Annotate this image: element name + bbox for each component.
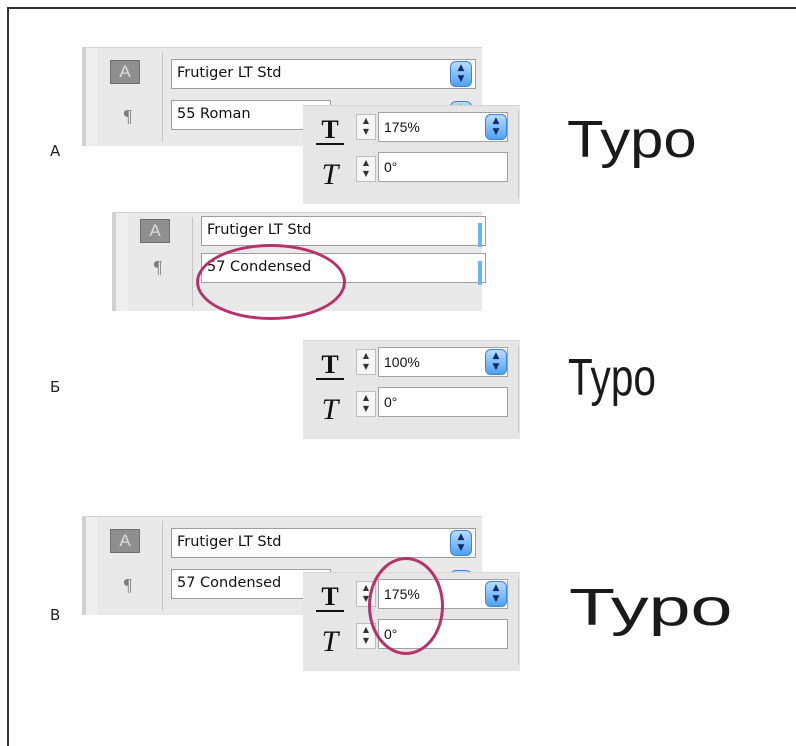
svg-text:T: T [322,393,341,425]
scale-panel-a: T ▲ ▼ 175% ▲ ▼ T ▲ ▼ 0° [303,105,520,204]
horizontal-scale-dropdown-button[interactable]: ▲ ▼ [485,349,507,375]
svg-text:T: T [322,158,341,190]
panel-grip[interactable] [112,213,128,311]
chevron-up-down-icon: ▲▼ [457,532,465,553]
divider [518,345,519,433]
highlight-ring-font-style [196,244,346,320]
divider [192,217,193,307]
typo-sample-b: Typo [568,349,656,407]
highlight-ring-horizontal-scale [368,557,444,655]
font-family-field[interactable]: Frutiger LT Std [201,216,486,246]
skew-stepper[interactable]: ▲ ▼ [356,156,376,182]
section-label-a: А [50,142,61,160]
horizontal-scale-stepper[interactable]: ▲ ▼ [356,114,376,140]
panel-grip[interactable] [82,48,98,146]
section-label-c: В [50,606,61,624]
horizontal-scale-dropdown-button[interactable]: ▲ ▼ [485,114,507,140]
font-family-dropdown-button[interactable]: ▲ ▼ [450,61,472,87]
scale-panel-b: T ▲ ▼ 100% ▲ ▼ T ▲ ▼ 0° [303,340,520,439]
character-style-icon[interactable]: A [110,529,140,553]
horizontal-scale-dropdown-button[interactable]: ▲ ▼ [485,581,507,607]
character-style-icon[interactable]: A [110,60,140,84]
panel-grip[interactable] [82,517,98,615]
character-style-icon[interactable]: A [140,219,170,243]
horizontal-scale-icon: T [316,115,344,145]
chevron-up-down-icon: ▲▼ [492,583,500,604]
divider [518,577,519,665]
skew-stepper[interactable]: ▲ ▼ [356,391,376,417]
font-family-field[interactable]: Frutiger LT Std [171,59,476,89]
font-family-field[interactable]: Frutiger LT Std [171,528,476,558]
typo-sample-c: Typo [569,579,733,637]
chevron-up-down-icon: ▲▼ [492,116,500,137]
divider [162,52,163,142]
svg-text:T: T [321,582,338,611]
dropdown-edge [478,223,482,247]
paragraph-style-icon[interactable]: ¶ [118,573,138,597]
svg-text:T: T [321,115,338,144]
dropdown-edge [478,261,482,285]
chevron-up-down-icon: ▲▼ [457,63,465,84]
divider [162,521,163,611]
svg-text:T: T [322,625,341,657]
horizontal-scale-icon: T [316,350,344,380]
typo-sample-a: Typo [567,111,697,169]
skew-field[interactable]: 0° [378,152,508,182]
chevron-up-down-icon: ▲▼ [492,351,500,372]
font-family-dropdown-button[interactable]: ▲ ▼ [450,530,472,556]
paragraph-style-icon[interactable]: ¶ [148,255,168,279]
skew-icon: T [322,158,341,190]
section-label-b: Б [50,378,61,396]
svg-text:T: T [321,350,338,379]
paragraph-style-icon[interactable]: ¶ [118,104,138,128]
skew-field[interactable]: 0° [378,387,508,417]
horizontal-scale-stepper[interactable]: ▲ ▼ [356,349,376,375]
skew-icon: T [322,625,341,657]
horizontal-scale-icon: T [316,582,344,612]
divider [518,110,519,198]
skew-icon: T [322,393,341,425]
